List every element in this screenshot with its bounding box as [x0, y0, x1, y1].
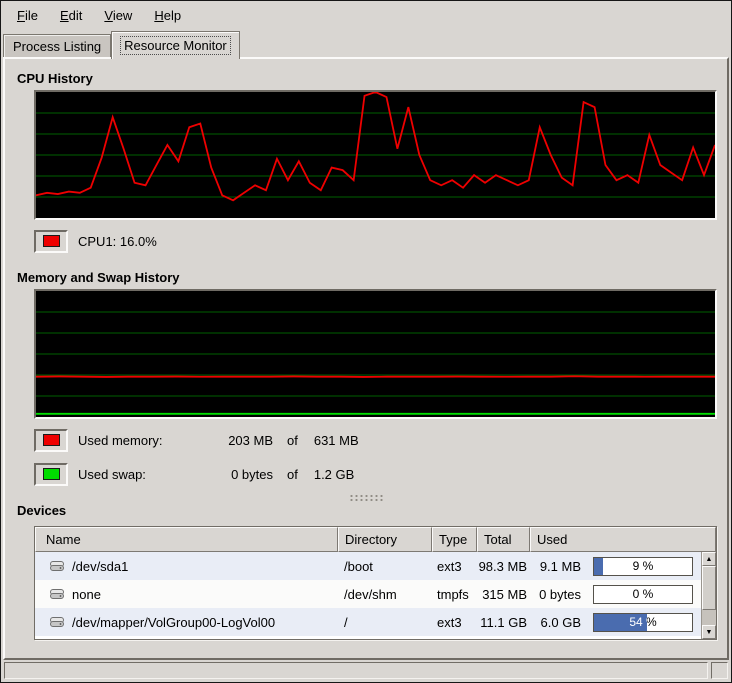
- drive-icon: [49, 586, 65, 602]
- scroll-up-icon: ▲: [706, 556, 713, 563]
- swap-used-value: 0 bytes: [198, 467, 273, 482]
- device-name: /dev/mapper/VolGroup00-LogVol00: [72, 615, 275, 630]
- device-used: 0 bytes: [535, 587, 581, 602]
- cpu-color-swatch: [43, 235, 60, 247]
- swap-legend-label: Used swap:: [78, 467, 198, 482]
- device-total: 315 MB: [477, 587, 530, 602]
- resource-monitor-page: CPU History CPU1: 16.0% Memory and Swap …: [3, 57, 729, 660]
- swap-legend: Used swap: 0 bytes of 1.2 GB: [34, 462, 717, 486]
- device-total: 98.3 MB: [477, 559, 530, 574]
- tab-process-listing[interactable]: Process Listing: [3, 34, 111, 57]
- memory-color-button[interactable]: [34, 429, 68, 452]
- menu-bar: File Edit View Help: [1, 1, 731, 29]
- swap-color-button[interactable]: [34, 463, 68, 486]
- device-directory: /: [338, 615, 432, 630]
- cpu-history-graph: [36, 92, 715, 218]
- memory-total-value: 631 MB: [314, 433, 359, 448]
- scroll-up-button[interactable]: ▲: [702, 552, 716, 566]
- table-row[interactable]: none /dev/shm tmpfs 315 MB 0 bytes 0 % 0…: [35, 580, 701, 608]
- devices-table-header: Name Directory Type Total Used: [35, 527, 716, 552]
- scrollbar-track[interactable]: [702, 566, 716, 625]
- memory-history-graph: [36, 291, 715, 417]
- memory-color-swatch: [43, 434, 60, 446]
- devices-title: Devices: [17, 503, 717, 518]
- menu-help[interactable]: Help: [144, 4, 191, 27]
- usage-progress-bar: 9 % 9 %: [593, 557, 693, 576]
- notebook-tabs: Process Listing Resource Monitor: [1, 29, 731, 59]
- tab-resource-monitor[interactable]: Resource Monitor: [111, 31, 240, 59]
- usage-progress-bar: 54 % 54 %: [593, 613, 693, 632]
- memory-legend-label: Used memory:: [78, 433, 198, 448]
- vertical-scrollbar[interactable]: ▲ ▼: [701, 552, 716, 639]
- column-header-used[interactable]: Used: [530, 527, 716, 552]
- usage-percent-label: 0 %: [594, 586, 692, 603]
- cpu-history-title: CPU History: [17, 71, 717, 86]
- column-header-name[interactable]: Name: [35, 527, 338, 552]
- scroll-down-button[interactable]: ▼: [702, 625, 716, 639]
- column-header-directory[interactable]: Directory: [338, 527, 432, 552]
- menu-edit[interactable]: Edit: [50, 4, 92, 27]
- swap-color-swatch: [43, 468, 60, 480]
- device-type: ext3: [432, 559, 477, 574]
- cpu-legend: CPU1: 16.0%: [34, 229, 717, 253]
- devices-table: Name Directory Type Total Used: [34, 526, 717, 640]
- memory-history-title: Memory and Swap History: [17, 270, 717, 285]
- status-row: [1, 660, 731, 682]
- device-used: 9.1 MB: [535, 559, 581, 574]
- device-total: 11.1 GB: [477, 615, 530, 630]
- cpu-color-button[interactable]: [34, 230, 68, 253]
- memory-of-label: of: [287, 433, 298, 448]
- memory-history-graph-frame: [34, 289, 717, 419]
- usage-progress-bar: 0 % 0 %: [593, 585, 693, 604]
- table-row[interactable]: /dev/sda1 /boot ext3 98.3 MB 9.1 MB 9 % …: [35, 552, 701, 580]
- status-bar: [4, 662, 708, 679]
- resize-grip[interactable]: [711, 662, 728, 679]
- drive-icon: [49, 558, 65, 574]
- device-type: tmpfs: [432, 587, 477, 602]
- scroll-down-icon: ▼: [706, 629, 713, 636]
- column-header-total[interactable]: Total: [477, 527, 530, 552]
- cpu-history-graph-frame: [34, 90, 717, 220]
- devices-table-body: /dev/sda1 /boot ext3 98.3 MB 9.1 MB 9 % …: [35, 552, 716, 639]
- menu-view[interactable]: View: [94, 4, 142, 27]
- pane-resize-handle[interactable]: [349, 494, 383, 501]
- column-header-type[interactable]: Type: [432, 527, 477, 552]
- drive-icon: [49, 614, 65, 630]
- device-name: none: [72, 587, 101, 602]
- system-monitor-window: File Edit View Help Process Listing Reso…: [0, 0, 732, 683]
- device-type: ext3: [432, 615, 477, 630]
- memory-legend: Used memory: 203 MB of 631 MB: [34, 428, 717, 452]
- device-name: /dev/sda1: [72, 559, 128, 574]
- memory-used-value: 203 MB: [198, 433, 273, 448]
- cpu-legend-label: CPU1: 16.0%: [78, 234, 157, 249]
- menu-file[interactable]: File: [7, 4, 48, 27]
- device-directory: /dev/shm: [338, 587, 432, 602]
- usage-percent-label: 9 %: [594, 558, 692, 575]
- device-directory: /boot: [338, 559, 432, 574]
- scrollbar-thumb[interactable]: [702, 566, 716, 610]
- devices-rows: /dev/sda1 /boot ext3 98.3 MB 9.1 MB 9 % …: [35, 552, 701, 639]
- swap-total-value: 1.2 GB: [314, 467, 354, 482]
- device-used: 6.0 GB: [535, 615, 581, 630]
- swap-of-label: of: [287, 467, 298, 482]
- table-row[interactable]: /dev/mapper/VolGroup00-LogVol00 / ext3 1…: [35, 608, 701, 636]
